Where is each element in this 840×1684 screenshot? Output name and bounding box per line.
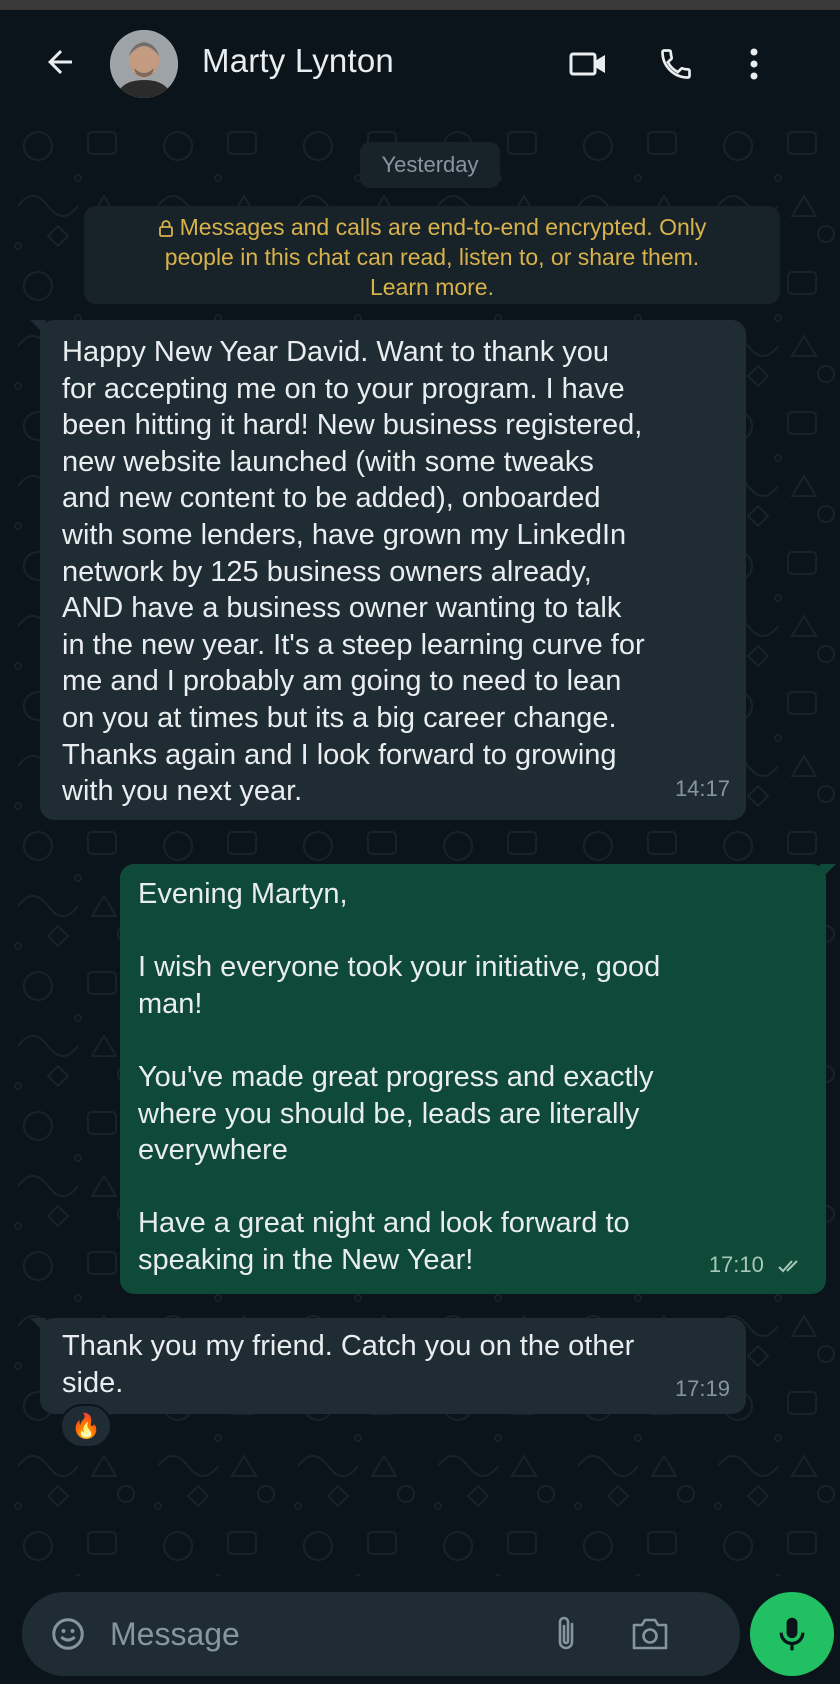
bubble-tail	[30, 1318, 46, 1334]
message-list[interactable]: Yesterday Messages and calls are end-to-…	[8, 116, 840, 1576]
camera-button[interactable]	[626, 1612, 674, 1656]
emoji-button[interactable]	[48, 1614, 88, 1654]
encryption-notice[interactable]: Messages and calls are end-to-end encryp…	[84, 206, 780, 304]
message-composer: Message	[8, 1576, 840, 1684]
more-options-button[interactable]	[730, 42, 778, 86]
bubble-tail	[820, 864, 836, 880]
message-meta: 17:10	[709, 1247, 804, 1284]
avatar-photo	[110, 30, 178, 98]
date-separator: Yesterday	[360, 142, 500, 188]
message-placeholder: Message	[110, 1616, 240, 1652]
encryption-line-1: Messages and calls are end-to-end encryp…	[84, 212, 780, 242]
bubble-tail	[30, 320, 46, 336]
message-time: 17:19	[674, 1376, 730, 1402]
lock-icon	[158, 220, 173, 237]
voice-message-button[interactable]	[750, 1592, 834, 1676]
microphone-icon	[779, 1617, 805, 1651]
voice-call-button[interactable]	[652, 42, 700, 86]
window-edge-top	[0, 0, 840, 10]
message-input[interactable]: Message	[22, 1592, 740, 1676]
video-call-button[interactable]	[564, 42, 612, 86]
contact-name[interactable]: Marty Lynton	[202, 42, 394, 80]
encryption-text-1: Messages and calls are end-to-end encryp…	[179, 214, 707, 240]
attach-button[interactable]	[544, 1612, 588, 1656]
more-vertical-icon	[750, 48, 758, 80]
outgoing-message-bubble[interactable]: Evening Martyn, I wish everyone took you…	[120, 864, 836, 1294]
message-text: Thank you my friend. Catch you on the ot…	[62, 1330, 635, 1399]
message-time: 17:10	[708, 1252, 764, 1278]
emoji-sticker-icon	[52, 1618, 84, 1650]
back-button[interactable]	[38, 40, 82, 84]
encryption-text-2: people in this chat can read, listen to,…	[164, 244, 700, 270]
fire-emoji: 🔥	[71, 1412, 101, 1440]
double-check-icon	[778, 1260, 798, 1273]
message-reaction[interactable]: 🔥	[60, 1404, 112, 1448]
incoming-message-bubble[interactable]: Thank you my friend. Catch you on the ot…	[30, 1318, 746, 1414]
video-call-icon	[569, 52, 605, 76]
phone-icon	[661, 49, 691, 79]
incoming-message-bubble[interactable]: Happy New Year David. Want to thank you …	[30, 320, 746, 820]
camera-icon	[632, 1618, 668, 1650]
message-time: 14:17	[674, 776, 730, 802]
message-text: Evening Martyn, I wish everyone took you…	[138, 878, 661, 1276]
learn-more-link[interactable]: Learn more.	[84, 272, 780, 302]
message-text: Happy New Year David. Want to thank you …	[62, 336, 645, 808]
chat-screen: Marty Lynton Yesterday Messages and call…	[0, 0, 840, 1684]
chat-header: Marty Lynton	[8, 10, 840, 116]
contact-avatar[interactable]	[110, 30, 178, 98]
arrow-left-icon	[48, 50, 72, 74]
paperclip-icon	[558, 1616, 574, 1650]
